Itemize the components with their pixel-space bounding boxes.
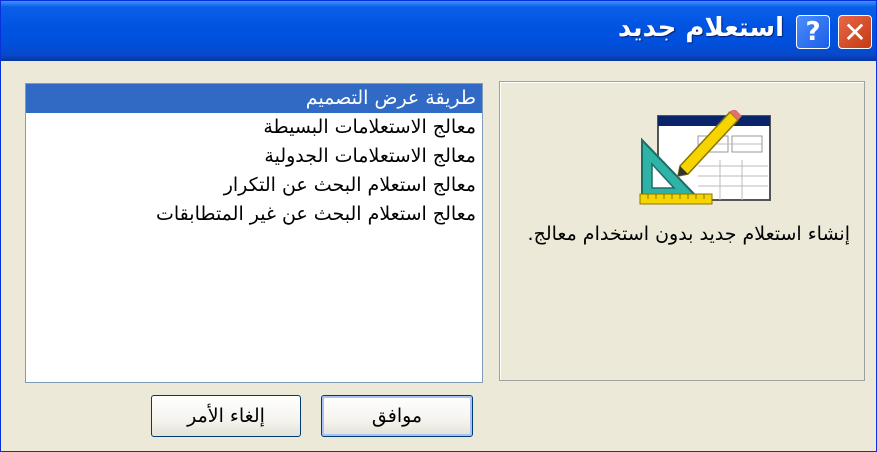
help-button[interactable]: ? [796, 15, 830, 49]
design-view-icon [639, 110, 771, 205]
new-query-dialog: استعلام جديد ? ✕ إنشاء استعلام جديد بدون… [0, 0, 877, 452]
dialog-title: استعلام جديد [617, 13, 784, 43]
close-icon: ✕ [843, 15, 867, 49]
list-item-find-duplicates-wizard[interactable]: معالج استعلام البحث عن التكرار [26, 171, 482, 200]
wizard-listbox[interactable]: طريقة عرض التصميم معالج الاستعلامات البس… [25, 83, 483, 383]
list-item-find-unmatched-wizard[interactable]: معالج استعلام البحث عن غير المتطابقات [26, 200, 482, 229]
description-text: إنشاء استعلام جديد بدون استخدام معالج. [527, 223, 850, 245]
cancel-button[interactable]: إلغاء الأمر [151, 395, 301, 437]
close-button[interactable]: ✕ [838, 15, 872, 49]
preview-panel: إنشاء استعلام جديد بدون استخدام معالج. [499, 81, 865, 381]
ok-button[interactable]: موافق [321, 395, 473, 437]
title-bar[interactable]: استعلام جديد ? ✕ [1, 1, 876, 61]
list-item-simple-query-wizard[interactable]: معالج الاستعلامات البسيطة [26, 113, 482, 142]
help-icon: ? [805, 17, 821, 47]
list-item-crosstab-query-wizard[interactable]: معالج الاستعلامات الجدولية [26, 142, 482, 171]
dialog-body: إنشاء استعلام جديد بدون استخدام معالج. ط… [7, 67, 872, 447]
list-item-design-view[interactable]: طريقة عرض التصميم [26, 84, 482, 113]
